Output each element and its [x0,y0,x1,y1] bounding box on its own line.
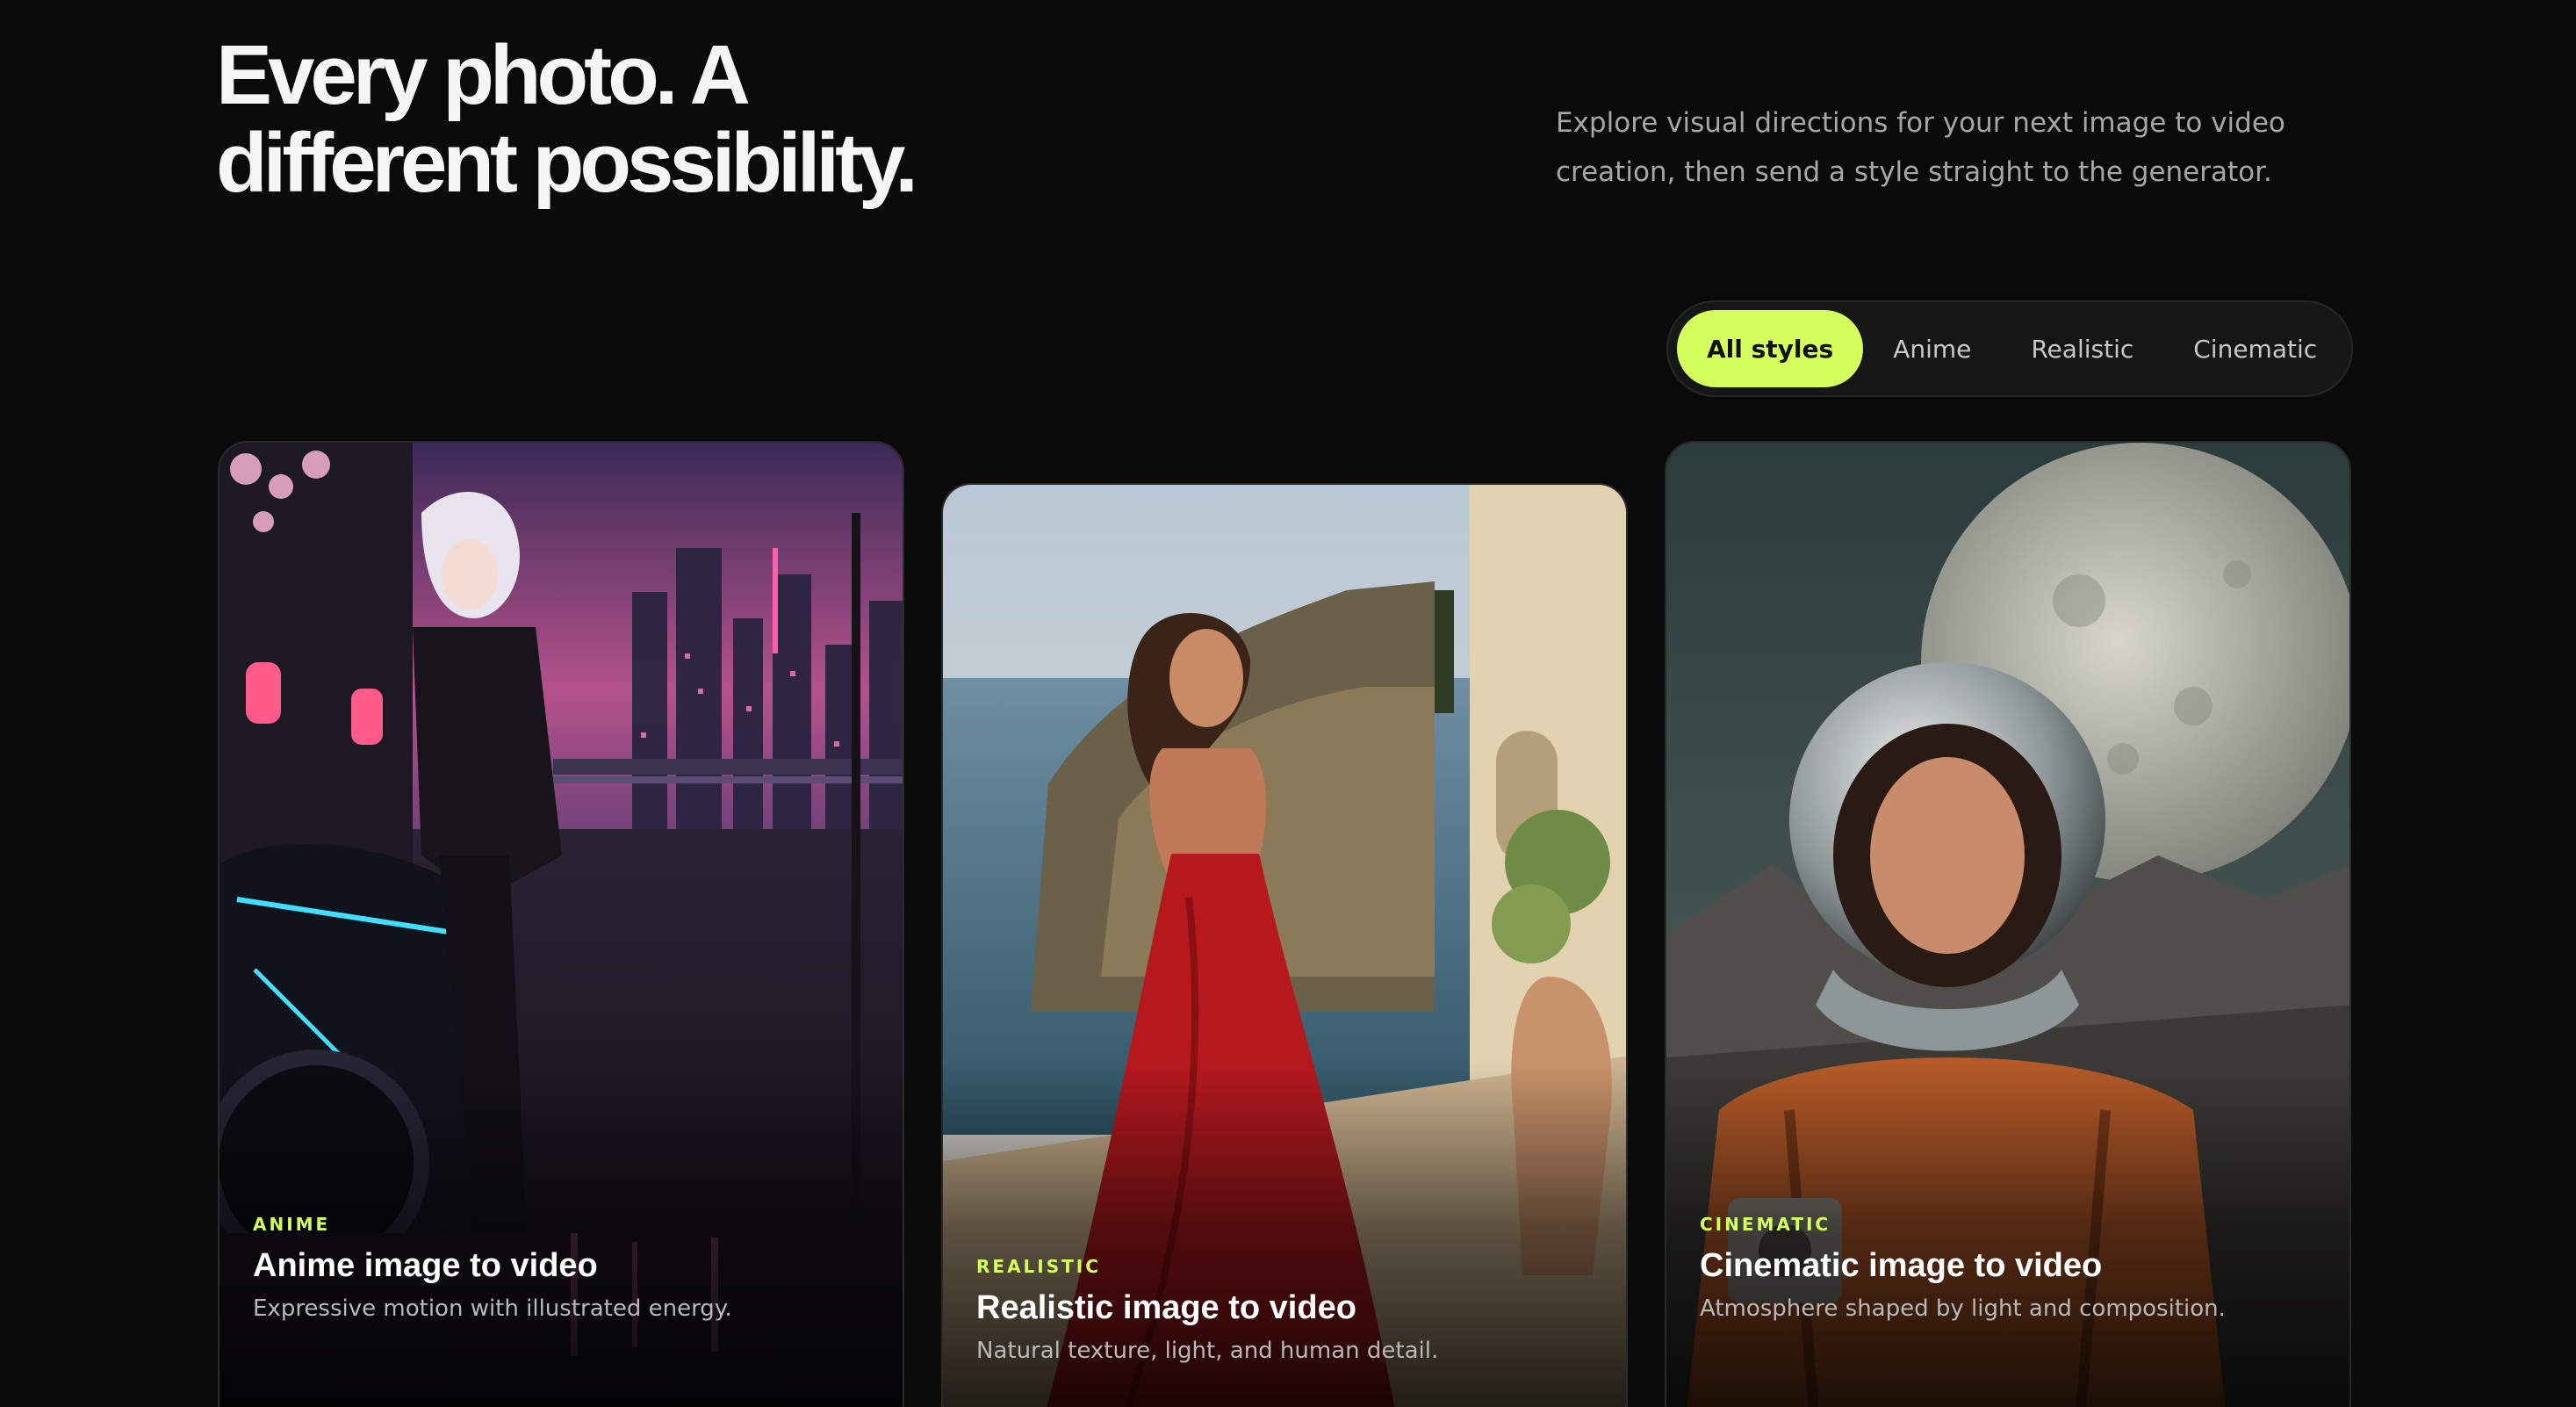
card-tag: REALISTIC [976,1256,1101,1277]
card-description: Natural texture, light, and human detail… [976,1338,1439,1364]
filter-realistic[interactable]: Realistic [2001,310,2163,387]
intro-text: Explore visual directions for your next … [1556,107,2285,188]
filter-anime[interactable]: Anime [1863,310,2001,387]
card-title: Anime image to video [253,1247,598,1284]
page-frame: Every photo. A different possibility. Ex… [0,0,2576,1407]
title-line-2: different possibility. [216,116,918,210]
card-tag: ANIME [253,1214,331,1235]
card-tag: CINEMATIC [1700,1214,1831,1235]
realistic-card-text: REALISTIC Realistic image to video Natur… [976,1256,1593,1364]
style-card-anime[interactable]: ANIME Anime image to video Expressive mo… [218,441,904,1407]
card-title: Realistic image to video [976,1289,1356,1326]
style-filter-bar: All styles Anime Realistic Cinematic [1666,300,2353,397]
filter-all-styles[interactable]: All styles [1677,310,1864,387]
style-card-realistic[interactable]: REALISTIC Realistic image to video Natur… [941,483,1628,1407]
title-line-1: Every photo. A [216,28,751,122]
page-title: Every photo. A different possibility. [216,32,1006,207]
card-description: Atmosphere shaped by light and compositi… [1700,1295,2226,1322]
anime-card-text: ANIME Anime image to video Expressive mo… [253,1214,869,1322]
card-description: Expressive motion with illustrated energ… [253,1295,732,1322]
filter-cinematic[interactable]: Cinematic [2163,310,2347,387]
style-card-cinematic[interactable]: CINEMATIC Cinematic image to video Atmos… [1665,441,2351,1407]
card-title: Cinematic image to video [1700,1247,2103,1284]
cinematic-card-text: CINEMATIC Cinematic image to video Atmos… [1700,1214,2316,1322]
